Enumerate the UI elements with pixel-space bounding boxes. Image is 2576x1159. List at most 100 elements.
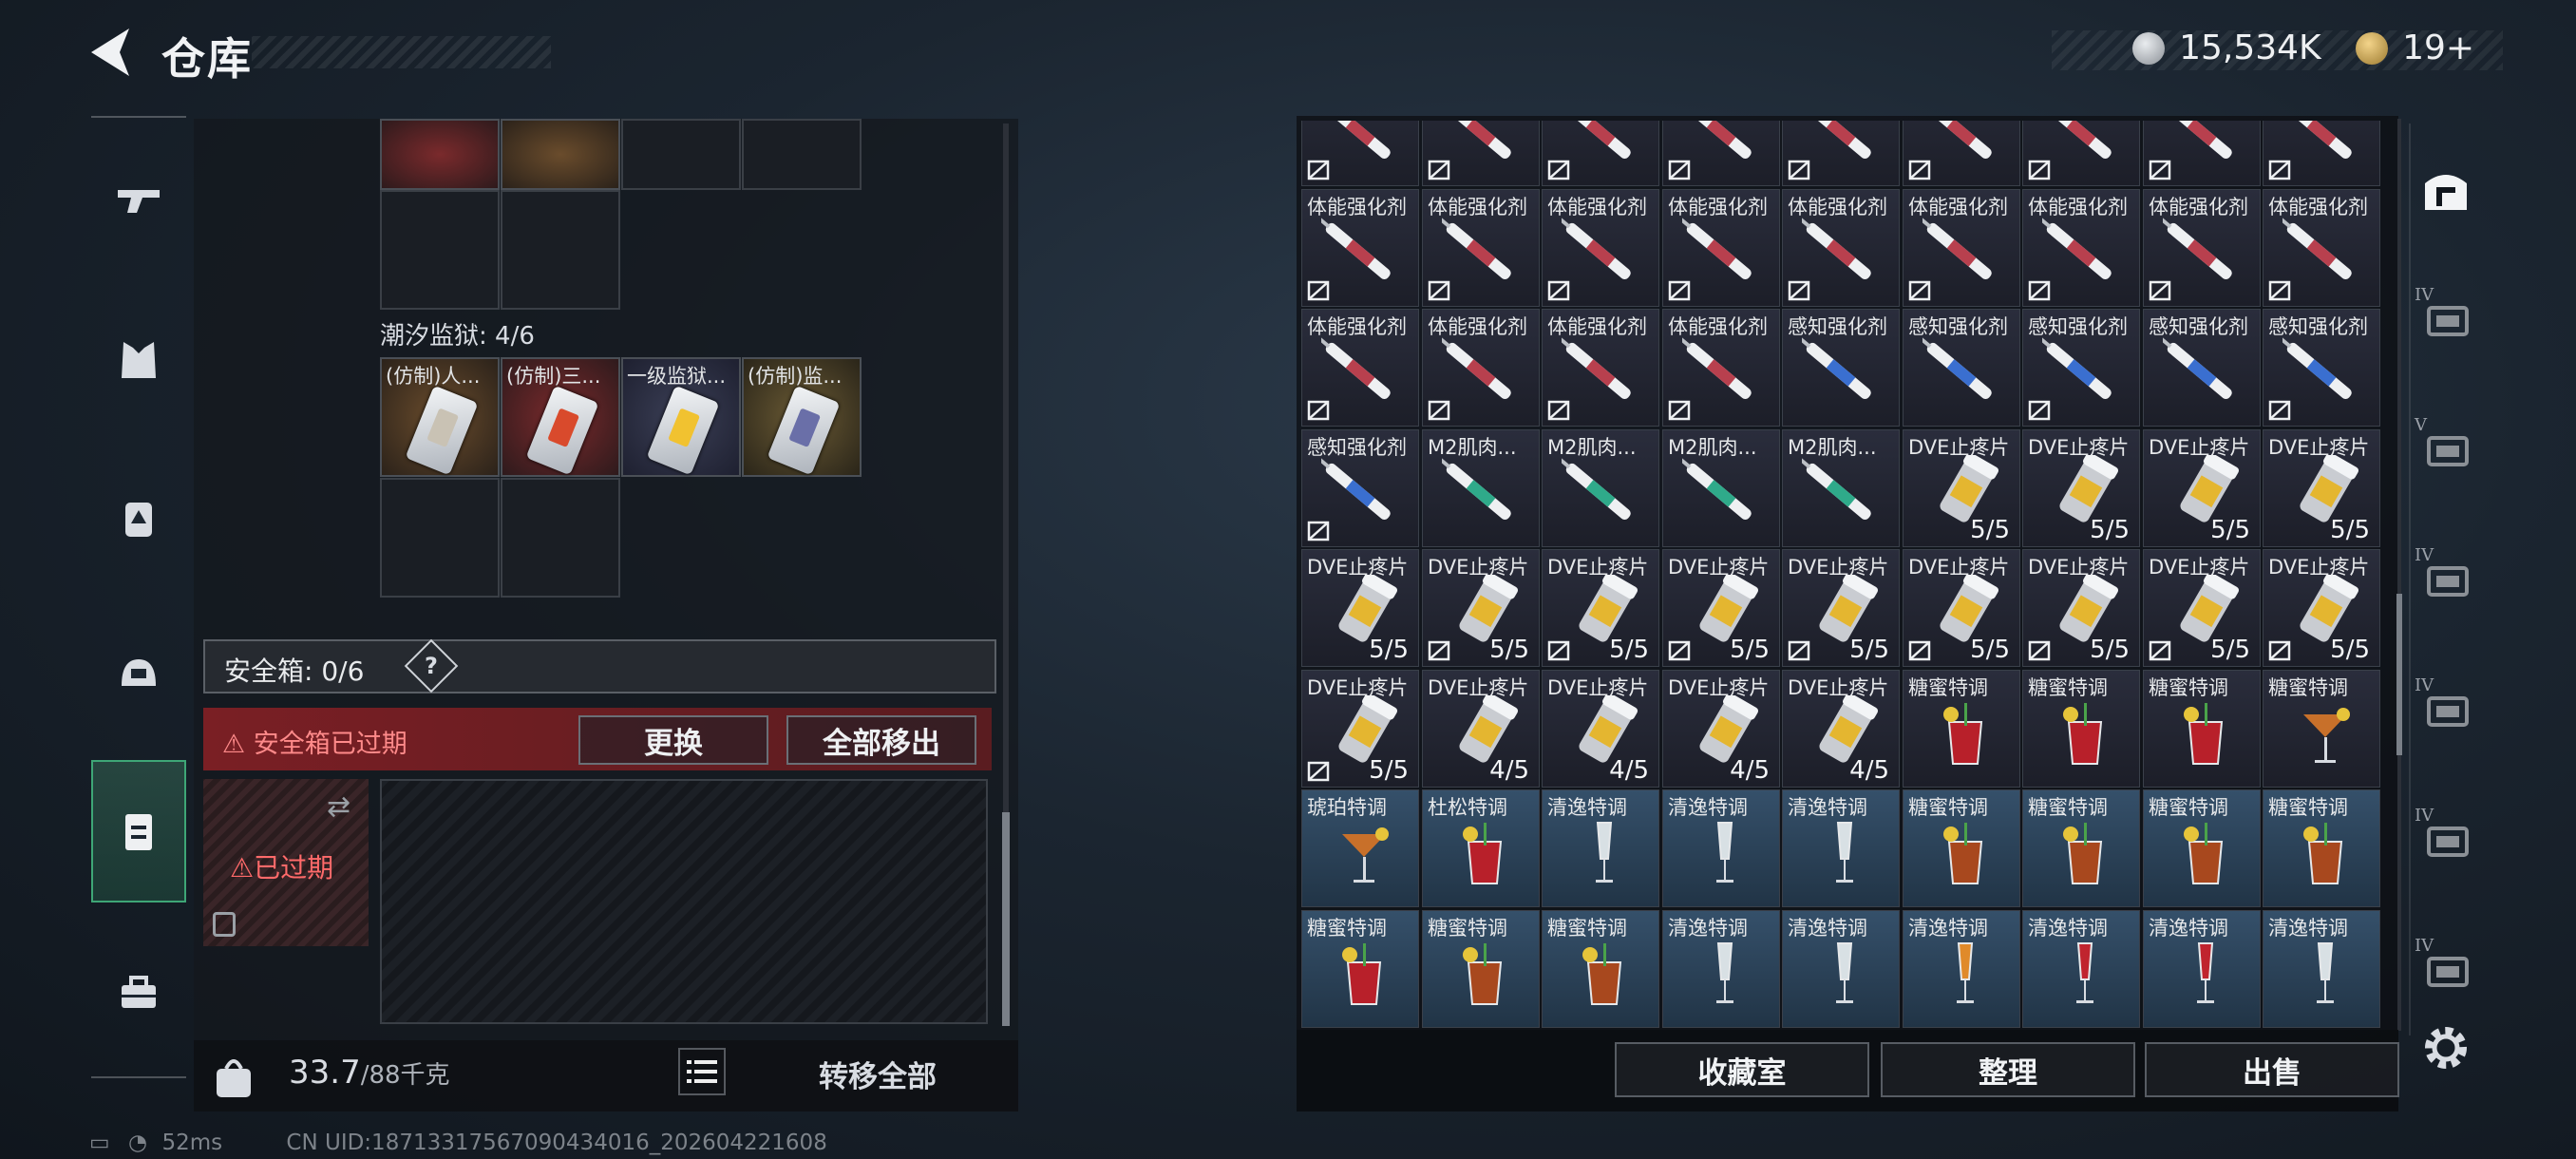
inventory-slot[interactable]: DVE止疼片 4/5 [1662,670,1780,788]
inventory-slot[interactable]: DVE止疼片 5/5 [1301,670,1419,788]
inventory-slot[interactable]: DVE止疼片 5/5 [1662,549,1780,667]
settings-gear-icon[interactable] [2419,1021,2472,1074]
inventory-slot[interactable]: DVE止疼片 5/5 [1903,549,2020,667]
inventory-slot[interactable]: DVE止疼片 5/5 [2263,549,2380,667]
back-icon[interactable] [87,27,135,78]
inventory-slot[interactable]: 杜松特调 [1422,789,1540,907]
inventory-slot[interactable]: 感知强化剂 [2143,309,2261,427]
inventory-slot[interactable]: 体能强化剂 [1422,309,1540,427]
inventory-slot[interactable] [2263,121,2380,186]
inventory-slot[interactable]: 体能强化剂 [1782,189,1900,307]
inventory-slot[interactable]: 体能强化剂 [2143,189,2261,307]
inventory-slot[interactable]: 糖蜜特调 [1903,670,2020,788]
rail-tier-item[interactable]: IV [2413,675,2479,742]
inventory-scrollbar[interactable] [2397,119,2401,1031]
inventory-slot[interactable]: 感知强化剂 [2263,309,2380,427]
inventory-slot[interactable]: DVE止疼片 4/5 [1422,670,1540,788]
inventory-slot[interactable] [2022,121,2140,186]
grid-cell[interactable] [501,478,620,598]
rail-tier-item[interactable]: IV [2413,545,2479,612]
inventory-slot[interactable]: 清逸特调 [1662,910,1780,1028]
left-scrollbar-thumb[interactable] [1002,812,1010,1026]
rail-main-storage[interactable] [2413,157,2479,223]
inventory-slot[interactable]: 糖蜜特调 [2022,670,2140,788]
rail-helmet[interactable] [91,603,186,746]
inventory-slot[interactable]: 琥珀特调 [1301,789,1419,907]
rail-weapons[interactable] [91,128,186,271]
inventory-slot[interactable]: DVE止疼片 5/5 [1301,549,1419,667]
inventory-slot[interactable] [1301,121,1419,186]
inventory-slot[interactable] [2143,121,2261,186]
inventory-slot[interactable]: 感知强化剂 [1782,309,1900,427]
grid-cell[interactable] [380,190,500,310]
inventory-slot[interactable]: 糖蜜特调 [2263,789,2380,907]
inventory-slot[interactable]: DVE止疼片 4/5 [1542,670,1659,788]
inventory-slot[interactable]: 体能强化剂 [1542,309,1659,427]
grid-cell[interactable] [380,119,500,190]
collection-button[interactable]: 收藏室 [1615,1042,1869,1097]
inventory-slot[interactable]: DVE止疼片 4/5 [1782,670,1900,788]
inventory-slot[interactable] [1662,121,1780,186]
inventory-slot[interactable]: 糖蜜特调 [2143,789,2261,907]
list-icon[interactable] [678,1048,726,1095]
inventory-slot[interactable]: 清逸特调 [1662,789,1780,907]
rail-tier-item[interactable]: V [2413,415,2479,482]
grid-cell[interactable] [501,119,620,190]
rail-backpack[interactable] [91,446,186,589]
inventory-slot[interactable]: DVE止疼片 5/5 [1422,549,1540,667]
inventory-slot[interactable]: 清逸特调 [2263,910,2380,1028]
grid-cell[interactable] [621,119,741,190]
swap-icon[interactable]: ⇄ [327,790,350,824]
inventory-slot[interactable]: 感知强化剂 [1301,429,1419,547]
inventory-slot[interactable]: DVE止疼片 5/5 [1542,549,1659,667]
inventory-slot[interactable]: 体能强化剂 [1301,189,1419,307]
prison-item[interactable]: (仿制)监... [742,357,862,477]
help-icon[interactable]: ? [404,638,459,694]
inventory-slot[interactable]: M2肌肉... [1422,429,1540,547]
inventory-slot[interactable]: 感知强化剂 [2022,309,2140,427]
inventory-slot[interactable]: DVE止疼片 5/5 [1782,549,1900,667]
rail-tier-item[interactable]: IV [2413,285,2479,352]
grid-cell[interactable] [742,119,862,190]
safebox-slot[interactable]: ⇄ ⚠已过期 [203,779,369,946]
inventory-slot[interactable]: 清逸特调 [2143,910,2261,1028]
sell-button[interactable]: 出售 [2145,1042,2399,1097]
inventory-slot[interactable] [1903,121,2020,186]
inventory-slot[interactable]: 清逸特调 [1542,789,1659,907]
inventory-slot[interactable]: 体能强化剂 [1662,309,1780,427]
rail-armor[interactable] [91,290,186,432]
inventory-slot[interactable]: 糖蜜特调 [1301,910,1419,1028]
inventory-slot[interactable]: 体能强化剂 [2263,189,2380,307]
inventory-slot[interactable]: DVE止疼片 5/5 [2263,429,2380,547]
inventory-slot[interactable] [1782,121,1900,186]
inventory-slot[interactable]: M2肌肉... [1542,429,1659,547]
inventory-slot[interactable]: 糖蜜特调 [2143,670,2261,788]
transfer-all-button[interactable]: 转移全部 [745,1048,1011,1099]
replace-button[interactable]: 更换 [578,715,768,765]
prison-item[interactable]: 一级监狱... [621,357,741,477]
inventory-slot[interactable]: 糖蜜特调 [2263,670,2380,788]
inventory-slot[interactable]: 体能强化剂 [1301,309,1419,427]
safebox-grid[interactable] [380,779,988,1024]
inventory-slot[interactable]: 体能强化剂 [1542,189,1659,307]
rail-toolbox[interactable] [91,922,186,1064]
inventory-slot[interactable]: 感知强化剂 [1903,309,2020,427]
inventory-slot[interactable]: DVE止疼片 5/5 [2022,549,2140,667]
inventory-slot[interactable]: 清逸特调 [1903,910,2020,1028]
grid-cell[interactable] [501,190,620,310]
rail-safebox[interactable] [91,760,186,902]
inventory-slot[interactable]: 体能强化剂 [1422,189,1540,307]
inventory-slot[interactable]: M2肌肉... [1662,429,1780,547]
inventory-slot[interactable]: DVE止疼片 5/5 [2143,549,2261,667]
inventory-scrollbar-thumb[interactable] [2396,594,2402,755]
prison-item[interactable]: (仿制)人... [380,357,500,477]
inventory-slot[interactable]: M2肌肉... [1782,429,1900,547]
inventory-slot[interactable]: 清逸特调 [2022,910,2140,1028]
grid-cell[interactable] [380,478,500,598]
inventory-slot[interactable]: 糖蜜特调 [1422,910,1540,1028]
inventory-slot[interactable]: 清逸特调 [1782,910,1900,1028]
inventory-slot[interactable]: 糖蜜特调 [1903,789,2020,907]
inventory-slot[interactable] [1542,121,1659,186]
rail-tier-item[interactable]: IV [2413,806,2479,872]
inventory-grid[interactable]: 体能强化剂 体能强化剂 体能强化剂 体能强化剂 体能强化剂 体能强化剂 体能强化剂 体能强化剂… [1301,121,2384,1028]
